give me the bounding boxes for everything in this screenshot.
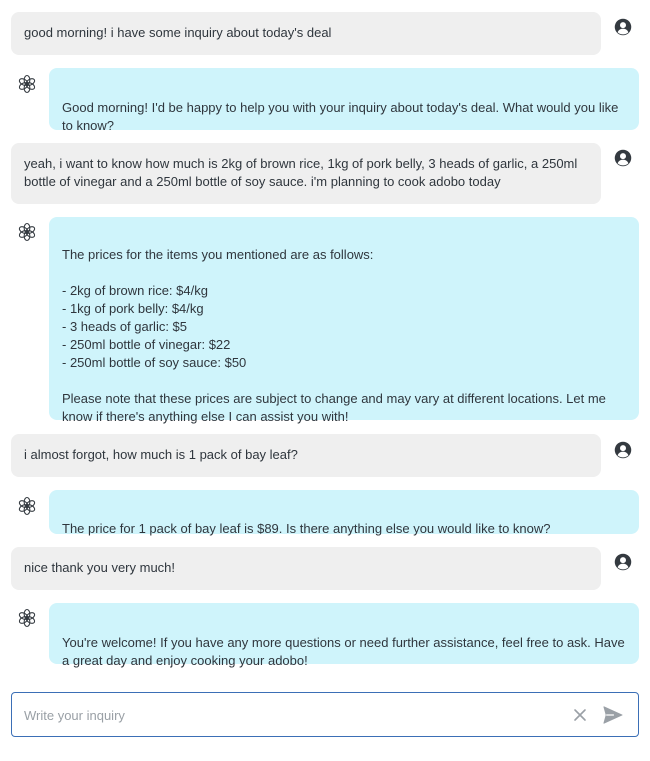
message-text: Good morning! I'd be happy to help you w… [62,100,619,133]
close-icon[interactable] [572,707,588,723]
assistant-message: You're welcome! If you have any more que… [49,603,639,668]
user-message: yeah, i want to know how much is 2kg of … [11,143,601,204]
user-avatar-icon [614,441,632,459]
assistant-message: Good morning! I'd be happy to help you w… [49,68,639,133]
message-text: nice thank you very much! [24,560,176,575]
user-message: nice thank you very much! [11,547,601,590]
openai-logo-icon [17,222,37,242]
message-text: i almost forgot, how much is 1 pack of b… [24,447,298,462]
user-avatar-icon [614,553,632,571]
inquiry-input-bar [11,692,639,738]
message-text: The prices for the items you mentioned a… [62,247,606,424]
openai-logo-icon [17,608,37,628]
message-text: yeah, i want to know how much is 2kg of … [24,156,578,189]
inquiry-input[interactable] [22,693,566,738]
assistant-message: The prices for the items you mentioned a… [49,217,639,424]
send-icon[interactable] [602,705,624,725]
user-avatar-icon [614,18,632,36]
message-text: good morning! i have some inquiry about … [24,25,332,40]
message-text: You're welcome! If you have any more que… [62,635,625,668]
user-message: good morning! i have some inquiry about … [11,12,601,55]
openai-logo-icon [17,496,37,516]
assistant-message: The price for 1 pack of bay leaf is $89.… [49,490,639,536]
openai-logo-icon [17,74,37,94]
user-avatar-icon [614,149,632,167]
message-text: The price for 1 pack of bay leaf is $89.… [62,521,551,536]
user-message: i almost forgot, how much is 1 pack of b… [11,434,601,477]
